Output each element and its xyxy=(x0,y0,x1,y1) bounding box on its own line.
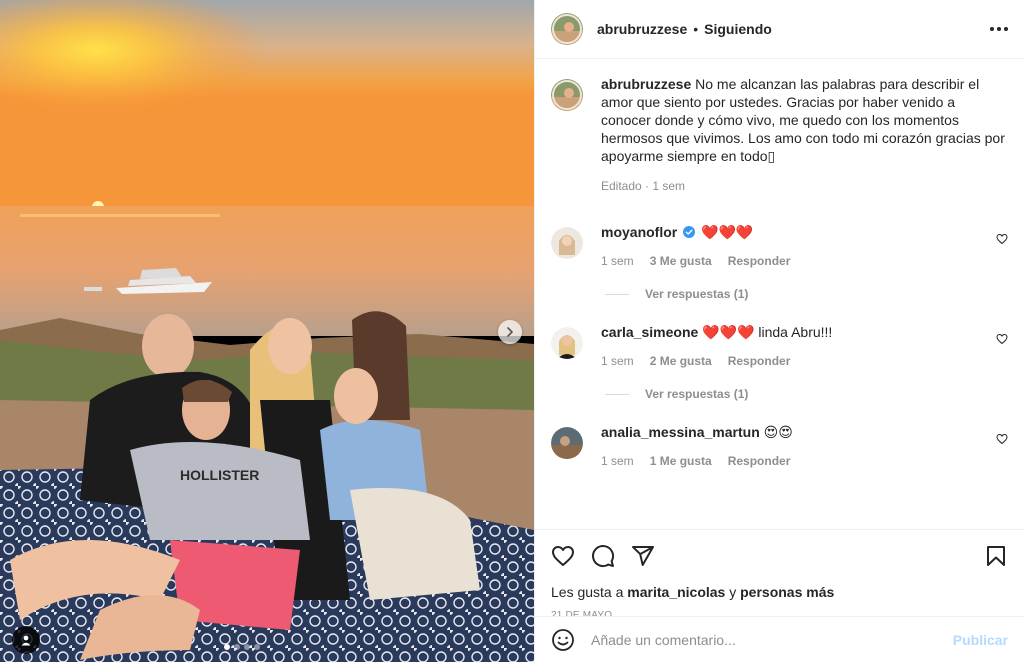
post-media[interactable]: HOLLISTER xyxy=(0,0,534,662)
carousel-dot xyxy=(234,644,240,650)
comment-time[interactable]: 1 sem xyxy=(601,254,634,268)
carousel-dot xyxy=(224,644,230,650)
user-tag-icon xyxy=(21,635,31,646)
avatar[interactable] xyxy=(551,13,583,45)
more-options-button[interactable] xyxy=(990,27,1008,31)
carousel-indicator xyxy=(224,644,260,650)
comment-icon[interactable] xyxy=(591,544,615,568)
likes-summary: Les gusta a marita_nicolas y personas má… xyxy=(551,584,835,600)
comment-text: ❤️❤️❤️ linda Abru!!! xyxy=(702,324,833,340)
carousel-dot xyxy=(254,644,260,650)
comments-list[interactable]: abrubruzzese No me alcanzan las palabras… xyxy=(535,59,1024,529)
next-slide-button[interactable] xyxy=(498,320,522,344)
view-replies-label: Ver respuestas (1) xyxy=(645,287,749,301)
post-dialog: HOLLISTER abrubruzzese • Siguiendo abrub… xyxy=(0,0,1024,662)
post-header: abrubruzzese • Siguiendo xyxy=(535,0,1024,59)
reply-button[interactable]: Responder xyxy=(728,354,791,368)
avatar[interactable] xyxy=(551,427,583,459)
comment-username[interactable]: carla_simeone xyxy=(601,324,698,340)
header-separator: • xyxy=(693,21,699,37)
comment-likes[interactable]: 3 Me gusta xyxy=(650,254,712,268)
liked-by-user[interactable]: marita_nicolas xyxy=(627,584,725,600)
svg-text:HOLLISTER: HOLLISTER xyxy=(180,467,259,483)
publish-button[interactable]: Publicar xyxy=(953,632,1008,648)
comment-likes[interactable]: 1 Me gusta xyxy=(650,454,712,468)
emoji-icon[interactable] xyxy=(551,628,575,652)
post-side-panel: abrubruzzese • Siguiendo abrubruzzese No… xyxy=(534,0,1024,662)
caption: abrubruzzese No me alcanzan las palabras… xyxy=(551,75,1008,193)
more-icon xyxy=(990,27,994,31)
post-photo: HOLLISTER xyxy=(0,0,534,662)
comment-item: moyanoflor ❤️❤️❤️ 1 sem 3 Me gusta Respo… xyxy=(551,223,1008,301)
comment-text: 😍😍 xyxy=(763,424,793,440)
caption-username[interactable]: abrubruzzese xyxy=(601,76,691,92)
author-username[interactable]: abrubruzzese xyxy=(597,21,687,37)
view-replies-button[interactable]: Ver respuestas (1) xyxy=(601,387,980,401)
comment-username[interactable]: moyanoflor xyxy=(601,224,677,240)
view-replies-button[interactable]: Ver respuestas (1) xyxy=(601,287,980,301)
comment-item: analia_messina_martun 😍😍 1 sem 1 Me gust… xyxy=(551,423,1008,468)
carousel-dot xyxy=(244,644,250,650)
bookmark-icon[interactable] xyxy=(984,544,1008,568)
comment-like-icon[interactable] xyxy=(996,233,1008,245)
caption-edited: Editado · 1 sem xyxy=(601,179,686,193)
comment-username[interactable]: analia_messina_martun xyxy=(601,424,760,440)
add-comment-bar: Publicar xyxy=(535,616,1024,662)
heart-icon[interactable] xyxy=(551,544,575,568)
comment-time[interactable]: 1 sem xyxy=(601,354,634,368)
verified-badge-icon xyxy=(683,226,696,238)
avatar[interactable] xyxy=(551,227,583,259)
comment-text: ❤️❤️❤️ xyxy=(701,224,754,240)
view-replies-label: Ver respuestas (1) xyxy=(645,387,749,401)
avatar[interactable] xyxy=(551,327,583,359)
comment-time[interactable]: 1 sem xyxy=(601,454,634,468)
comment-like-icon[interactable] xyxy=(996,433,1008,445)
comment-likes[interactable]: 2 Me gusta xyxy=(650,354,712,368)
comment-input[interactable] xyxy=(591,631,953,648)
tagged-users-button[interactable] xyxy=(12,626,40,654)
caption-text: abrubruzzese No me alcanzan las palabras… xyxy=(601,75,1008,165)
avatar[interactable] xyxy=(551,79,583,111)
following-button[interactable]: Siguiendo xyxy=(704,21,772,37)
chevron-right-icon xyxy=(507,327,513,337)
reply-button[interactable]: Responder xyxy=(728,254,791,268)
liked-by-others[interactable]: personas más xyxy=(740,584,834,600)
comment-like-icon[interactable] xyxy=(996,333,1008,345)
share-icon[interactable] xyxy=(631,544,655,568)
comment-item: carla_simeone ❤️❤️❤️ linda Abru!!! 1 sem… xyxy=(551,323,1008,401)
reply-button[interactable]: Responder xyxy=(728,454,791,468)
